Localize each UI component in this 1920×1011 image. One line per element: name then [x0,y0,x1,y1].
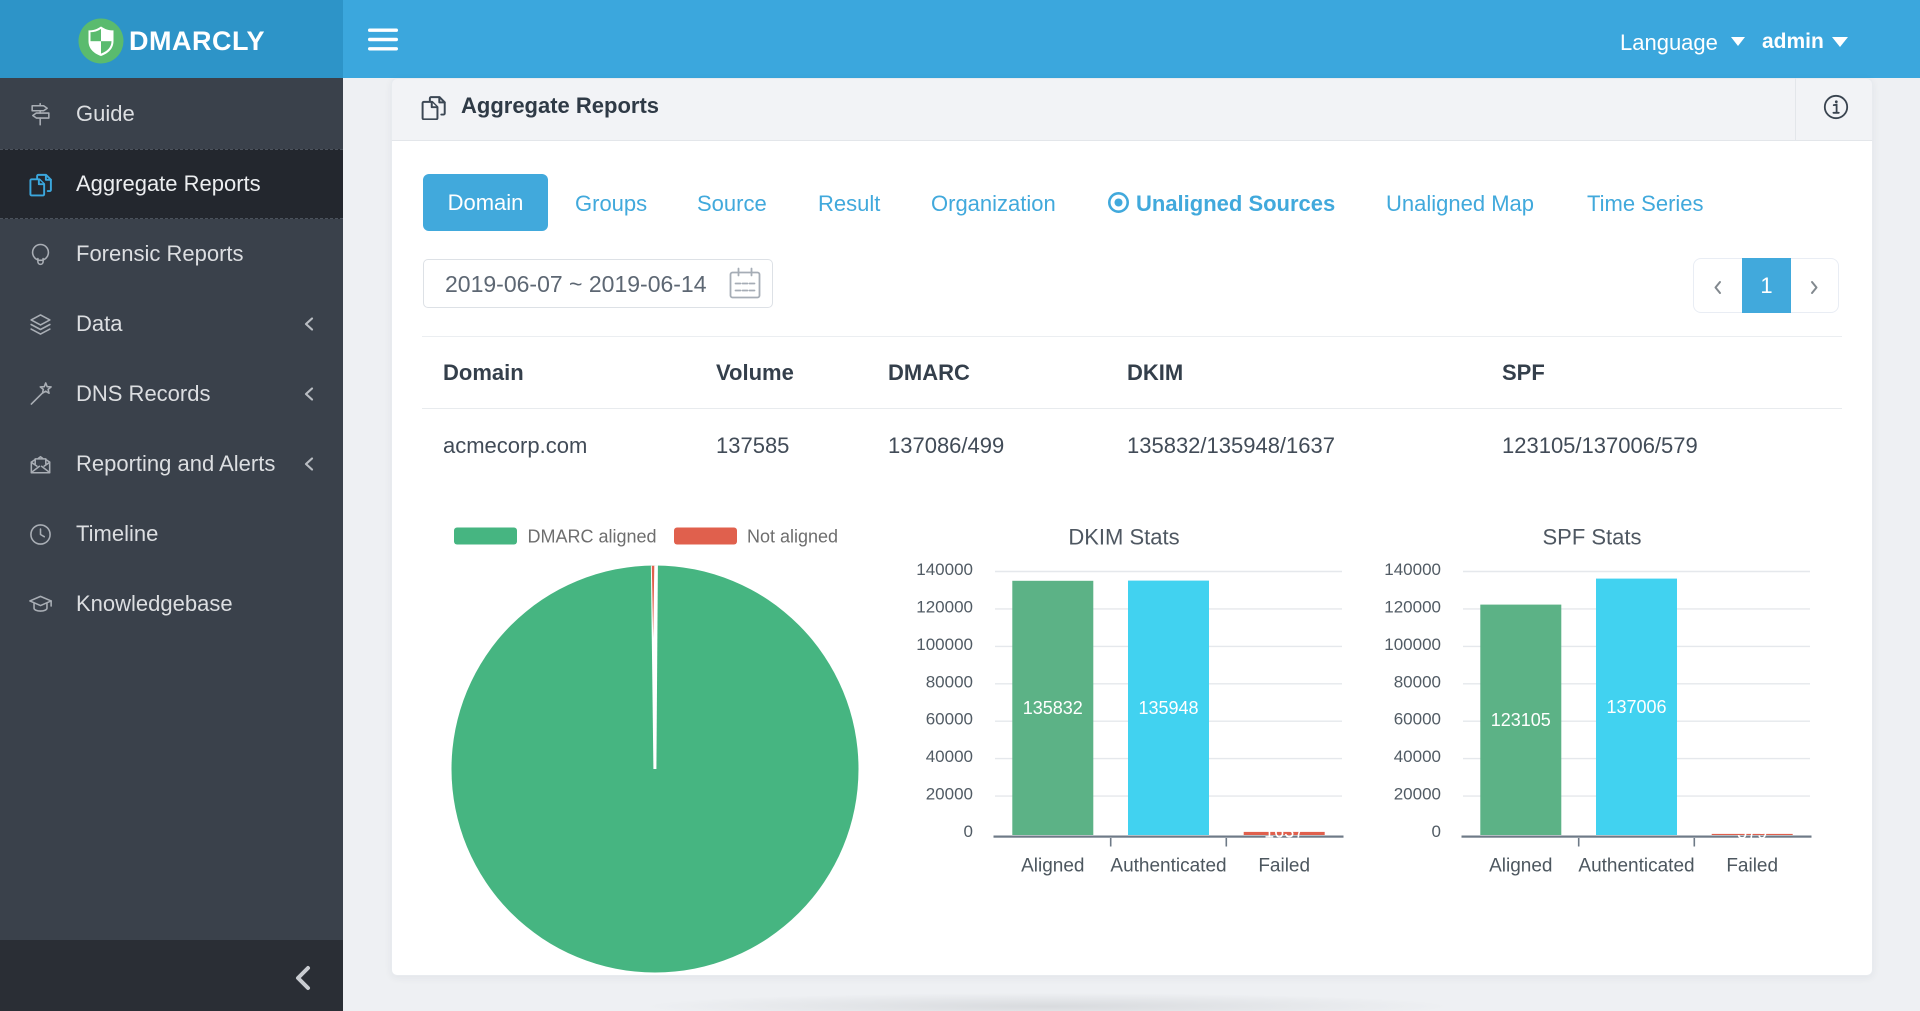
svg-text:137006: 137006 [1606,697,1666,717]
svg-text:80000: 80000 [926,672,973,691]
svg-text:Failed: Failed [1726,856,1778,877]
svg-text:140000: 140000 [916,560,973,579]
svg-text:123105: 123105 [1491,710,1551,730]
svg-text:120000: 120000 [916,597,973,616]
svg-text:20000: 20000 [926,785,973,804]
svg-text:135948: 135948 [1138,698,1198,718]
svg-text:60000: 60000 [926,710,973,729]
svg-text:100000: 100000 [1384,635,1441,654]
svg-text:80000: 80000 [1394,672,1441,691]
svg-text:DMARC aligned: DMARC aligned [528,527,657,547]
svg-text:0: 0 [964,822,973,841]
svg-text:Failed: Failed [1258,856,1310,877]
svg-text:DKIM Stats: DKIM Stats [1068,525,1179,550]
svg-text:579: 579 [1737,823,1767,843]
svg-text:20000: 20000 [1394,785,1441,804]
svg-text:Aligned: Aligned [1489,856,1552,877]
svg-text:100000: 100000 [916,635,973,654]
svg-text:Aligned: Aligned [1021,856,1084,877]
svg-text:0: 0 [1432,822,1441,841]
svg-text:135832: 135832 [1023,698,1083,718]
svg-text:1637: 1637 [1264,822,1304,842]
svg-text:SPF Stats: SPF Stats [1542,525,1641,550]
svg-text:120000: 120000 [1384,597,1441,616]
svg-text:Authenticated: Authenticated [1110,856,1226,877]
svg-text:Not aligned: Not aligned [747,527,838,547]
svg-text:Authenticated: Authenticated [1578,856,1694,877]
svg-text:60000: 60000 [1394,710,1441,729]
svg-text:40000: 40000 [1394,747,1441,766]
svg-text:140000: 140000 [1384,560,1441,579]
svg-text:40000: 40000 [926,747,973,766]
